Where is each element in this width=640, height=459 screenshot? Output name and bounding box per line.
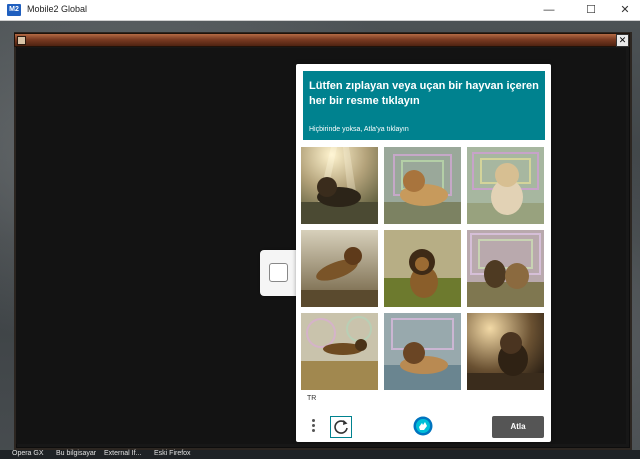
window-titlebar[interactable]: M2 Mobile2 Global — ☐ ✕: [0, 0, 640, 21]
captcha-tile-2[interactable]: [384, 147, 461, 224]
captcha-tile-9[interactable]: [467, 313, 544, 390]
taskbar: Opera GX Bu bilgisayar External If... Es…: [0, 450, 640, 459]
captcha-tile-3[interactable]: [467, 147, 544, 224]
panel-close-button[interactable]: ✕: [616, 34, 629, 47]
hcaptcha-logo-icon: [413, 416, 433, 436]
maximize-button[interactable]: ☐: [576, 0, 606, 20]
captcha-footer: Atla: [296, 410, 551, 442]
taskbar-item-opera[interactable]: Opera GX: [12, 450, 44, 457]
captcha-prompt-text: Lütfen zıplayan veya uçan bir hayvan içe…: [309, 80, 539, 107]
captcha-image-grid: [301, 147, 547, 395]
taskbar-item-firefox[interactable]: Eski Firefox: [154, 450, 191, 457]
refresh-icon: [334, 420, 348, 434]
language-label[interactable]: TR: [307, 395, 316, 402]
captcha-checkbox[interactable]: [269, 263, 288, 282]
captcha-tile-4[interactable]: [301, 230, 378, 307]
captcha-tile-8[interactable]: [384, 313, 461, 390]
captcha-tile-1[interactable]: [301, 147, 378, 224]
minimize-button[interactable]: —: [534, 0, 564, 20]
captcha-checkbox-card: [260, 250, 296, 296]
skip-button[interactable]: Atla: [492, 416, 544, 438]
taskbar-item-computer[interactable]: Bu bilgisayar: [56, 450, 96, 457]
menu-dots-icon[interactable]: [310, 418, 316, 434]
game-panel-header[interactable]: ✕: [14, 33, 630, 47]
captcha-tile-5[interactable]: [384, 230, 461, 307]
close-button[interactable]: ✕: [610, 0, 640, 20]
captcha-tile-7[interactable]: [301, 313, 378, 390]
refresh-button[interactable]: [330, 416, 352, 438]
taskbar-item-external[interactable]: External If...: [104, 450, 141, 457]
app-icon: M2: [7, 4, 21, 16]
captcha-subprompt: Hiçbirinde yoksa, Atla'ya tıklayın: [309, 126, 409, 133]
captcha-challenge: Lütfen zıplayan veya uçan bir hayvan içe…: [296, 64, 551, 442]
captcha-prompt: Lütfen zıplayan veya uçan bir hayvan içe…: [303, 71, 545, 140]
window-title: Mobile2 Global: [27, 4, 88, 14]
captcha-tile-6[interactable]: [467, 230, 544, 307]
panel-grip-icon: [17, 36, 26, 45]
